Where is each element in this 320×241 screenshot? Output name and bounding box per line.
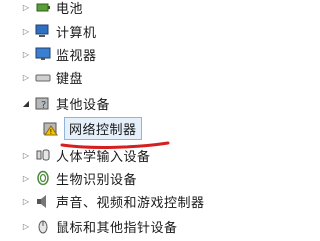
tree-item-label: 人体学输入设备 (56, 149, 151, 165)
tree-item-hid[interactable]: ▷ 人体学输入设备 (20, 144, 151, 166)
mouse-icon (35, 218, 51, 234)
device-manager-tree: ▷ 电池 ▷ 计算机 ▷ 监视器 ▷ 键盘 ◢ ? 其他设备 ! 网络控制器 ▷… (0, 0, 223, 241)
expand-arrow-icon[interactable]: ▷ (20, 71, 32, 83)
expand-arrow-icon[interactable]: ▷ (20, 149, 32, 161)
tree-item-label: 声音、视频和游戏控制器 (56, 195, 205, 211)
expand-arrow-icon[interactable]: ▷ (20, 1, 32, 13)
tree-item-label: 监视器 (56, 48, 97, 64)
monitor-icon (35, 46, 51, 62)
svg-text:!: ! (50, 128, 53, 136)
tree-item-other-devices[interactable]: ◢ ? 其他设备 (20, 92, 110, 114)
svg-text:?: ? (41, 100, 46, 111)
tree-item-label: 键盘 (56, 71, 84, 87)
tree-item-label: 鼠标和其他指针设备 (56, 220, 178, 236)
tree-item-network-controller[interactable]: ! 网络控制器 (40, 116, 142, 140)
expand-arrow-icon[interactable]: ▷ (20, 25, 32, 37)
expand-arrow-icon[interactable]: ▷ (20, 48, 32, 60)
fingerprint-icon (35, 170, 51, 186)
tree-item-battery[interactable]: ▷ 电池 (20, 0, 83, 18)
expand-arrow-icon[interactable]: ▷ (20, 172, 32, 184)
tree-item-biometric[interactable]: ▷ 生物识别设备 (20, 167, 137, 189)
tree-item-monitor[interactable]: ▷ 监视器 (20, 43, 97, 65)
warning-device-icon: ! (43, 120, 59, 136)
hid-icon (35, 147, 51, 163)
collapse-arrow-icon[interactable]: ◢ (20, 97, 32, 109)
expand-arrow-icon[interactable]: ▷ (20, 220, 32, 232)
battery-icon (35, 0, 51, 15)
tree-item-label: 其他设备 (56, 97, 111, 113)
expand-arrow-icon[interactable]: ▷ (20, 195, 32, 207)
computer-icon (35, 23, 51, 39)
keyboard-icon (35, 69, 51, 85)
unknown-device-icon: ? (35, 95, 51, 111)
tree-item-label: 生物识别设备 (56, 172, 138, 188)
tree-item-label: 网络控制器 (64, 116, 142, 140)
tree-item-computer[interactable]: ▷ 计算机 (20, 20, 97, 42)
tree-item-keyboard[interactable]: ▷ 键盘 (20, 66, 83, 88)
tree-item-sound-video-game[interactable]: ▷ 声音、视频和游戏控制器 (20, 190, 205, 212)
tree-item-label: 计算机 (56, 25, 97, 41)
tree-item-mouse[interactable]: ▷ 鼠标和其他指针设备 (20, 215, 178, 237)
tree-item-label: 电池 (56, 1, 84, 17)
speaker-icon (35, 193, 51, 209)
